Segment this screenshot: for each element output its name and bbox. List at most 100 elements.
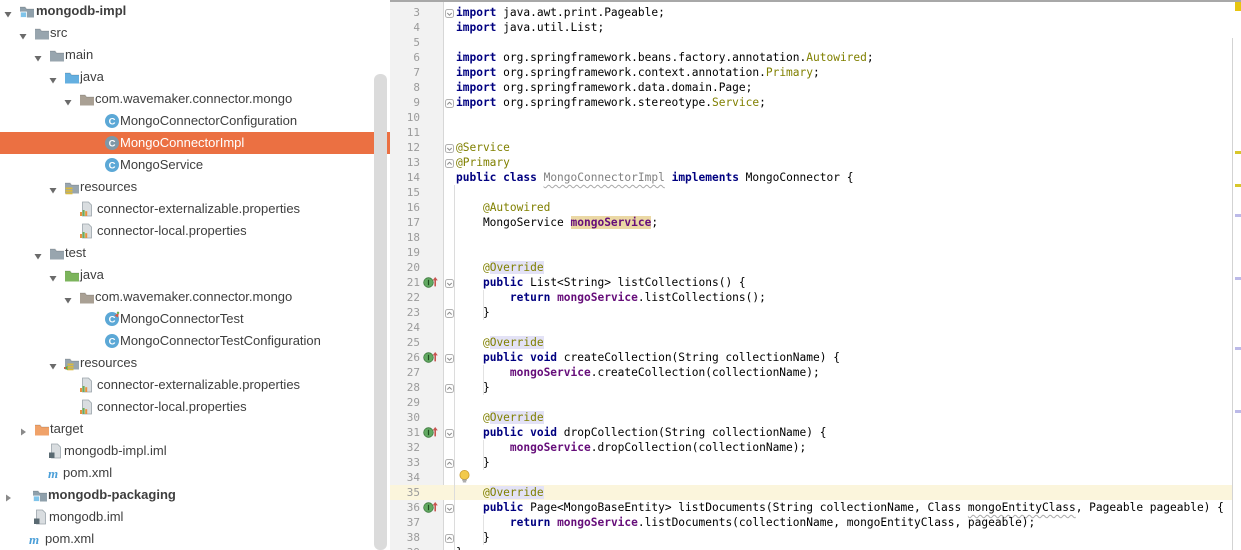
tree-item-java[interactable]: java bbox=[0, 66, 390, 88]
code-line-14[interactable]: 14public class MongoConnectorImpl implem… bbox=[390, 170, 1232, 185]
tree-item-java[interactable]: java bbox=[0, 264, 390, 286]
code-line-3[interactable]: 3import java.awt.print.Pageable; bbox=[390, 5, 1232, 20]
tree-item-pom-xml[interactable]: mpom.xml bbox=[0, 462, 390, 484]
tree-item-mongoconnectortest[interactable]: CMongoConnectorTest bbox=[0, 308, 390, 330]
stripe-usage-mark[interactable] bbox=[1235, 214, 1241, 217]
tree-item-src[interactable]: src bbox=[0, 22, 390, 44]
code-line-16[interactable]: 16 @Autowired bbox=[390, 200, 1232, 215]
code-line-25[interactable]: 25 @Override bbox=[390, 335, 1232, 350]
fold-end-marker-icon[interactable] bbox=[445, 458, 454, 467]
code-line-28[interactable]: 28 } bbox=[390, 380, 1232, 395]
tree-item-main[interactable]: main bbox=[0, 44, 390, 66]
fold-end-marker-icon[interactable] bbox=[445, 533, 454, 542]
code-line-32[interactable]: 32 mongoService.dropCollection(collectio… bbox=[390, 440, 1232, 455]
tree-item-test[interactable]: test bbox=[0, 242, 390, 264]
expand-arrow-icon[interactable] bbox=[18, 28, 28, 38]
code-editor[interactable]: 3import java.awt.print.Pageable;4import … bbox=[390, 0, 1241, 550]
code-line-6[interactable]: 6import org.springframework.beans.factor… bbox=[390, 50, 1232, 65]
intention-bulb-icon[interactable] bbox=[458, 470, 471, 484]
tree-item-connector-externalizable-properties[interactable]: connector-externalizable.properties bbox=[0, 198, 390, 220]
code-line-13[interactable]: 13@Primary bbox=[390, 155, 1232, 170]
tree-item-resources[interactable]: resources bbox=[0, 352, 390, 374]
expand-arrow-icon[interactable] bbox=[33, 50, 43, 60]
stripe-warning-mark[interactable] bbox=[1235, 184, 1241, 187]
expand-arrow-icon[interactable] bbox=[48, 182, 58, 192]
collapse-arrow-icon[interactable] bbox=[3, 490, 13, 500]
expand-arrow-icon[interactable] bbox=[3, 6, 13, 16]
tree-item-mongodb-packaging[interactable]: mongodb-packaging bbox=[0, 484, 390, 506]
code-line-21[interactable]: 21 public List<String> listCollections()… bbox=[390, 275, 1232, 290]
stripe-usage-mark[interactable] bbox=[1235, 347, 1241, 350]
code-line-23[interactable]: 23 } bbox=[390, 305, 1232, 320]
code-line-17[interactable]: 17 MongoService mongoService; bbox=[390, 215, 1232, 230]
code-line-20[interactable]: 20 @Override bbox=[390, 260, 1232, 275]
tree-item-com-wavemaker-connector-mongo[interactable]: com.wavemaker.connector.mongo bbox=[0, 88, 390, 110]
code-line-12[interactable]: 12@Service bbox=[390, 140, 1232, 155]
code-line-15[interactable]: 15 bbox=[390, 185, 1232, 200]
expand-arrow-icon[interactable] bbox=[48, 358, 58, 368]
code-line-4[interactable]: 4import java.util.List; bbox=[390, 20, 1232, 35]
code-line-18[interactable]: 18 bbox=[390, 230, 1232, 245]
expand-arrow-icon[interactable] bbox=[48, 72, 58, 82]
implements-method-gutter-icon[interactable] bbox=[423, 426, 439, 439]
fold-end-marker-icon[interactable] bbox=[445, 158, 454, 167]
code-line-37[interactable]: 37 return mongoService.listDocuments(col… bbox=[390, 515, 1232, 530]
code-line-19[interactable]: 19 bbox=[390, 245, 1232, 260]
code-line-33[interactable]: 33 } bbox=[390, 455, 1232, 470]
tree-item-target[interactable]: target bbox=[0, 418, 390, 440]
tree-item-mongoconnectortestconfiguration[interactable]: CMongoConnectorTestConfiguration bbox=[0, 330, 390, 352]
fold-start-marker-icon[interactable] bbox=[445, 428, 454, 437]
tree-item-connector-local-properties[interactable]: connector-local.properties bbox=[0, 220, 390, 242]
tree-item-mongoservice[interactable]: CMongoService bbox=[0, 154, 390, 176]
tree-scrollbar[interactable] bbox=[374, 74, 387, 550]
code-line-9[interactable]: 9import org.springframework.stereotype.S… bbox=[390, 95, 1232, 110]
code-line-11[interactable]: 11 bbox=[390, 125, 1232, 140]
code-line-31[interactable]: 31 public void dropCollection(String col… bbox=[390, 425, 1232, 440]
fold-end-marker-icon[interactable] bbox=[445, 308, 454, 317]
inspections-indicator-icon[interactable] bbox=[1235, 2, 1241, 11]
fold-start-marker-icon[interactable] bbox=[445, 143, 454, 152]
tree-item-connector-local-properties[interactable]: connector-local.properties bbox=[0, 396, 390, 418]
code-line-38[interactable]: 38 } bbox=[390, 530, 1232, 545]
tree-item-mongodb-iml[interactable]: mongodb.iml bbox=[0, 506, 390, 528]
code-line-7[interactable]: 7import org.springframework.context.anno… bbox=[390, 65, 1232, 80]
stripe-usage-mark[interactable] bbox=[1235, 277, 1241, 280]
expand-arrow-icon[interactable] bbox=[63, 94, 73, 104]
code-line-39[interactable]: 39} bbox=[390, 545, 1232, 550]
code-line-35[interactable]: 35 @Override bbox=[390, 485, 1232, 500]
code-line-10[interactable]: 10 bbox=[390, 110, 1232, 125]
code-line-30[interactable]: 30 @Override bbox=[390, 410, 1232, 425]
tree-item-mongodb-impl[interactable]: mongodb-impl bbox=[0, 0, 390, 22]
tree-item-resources[interactable]: resources bbox=[0, 176, 390, 198]
code-line-29[interactable]: 29 bbox=[390, 395, 1232, 410]
code-line-26[interactable]: 26 public void createCollection(String c… bbox=[390, 350, 1232, 365]
fold-start-marker-icon[interactable] bbox=[445, 278, 454, 287]
implements-method-gutter-icon[interactable] bbox=[423, 276, 439, 289]
implements-method-gutter-icon[interactable] bbox=[423, 351, 439, 364]
code-line-5[interactable]: 5 bbox=[390, 35, 1232, 50]
expand-arrow-icon[interactable] bbox=[48, 270, 58, 280]
fold-end-marker-icon[interactable] bbox=[445, 383, 454, 392]
stripe-warning-mark[interactable] bbox=[1235, 151, 1241, 154]
tree-item-pom-xml[interactable]: mpom.xml bbox=[0, 528, 390, 550]
code-line-36[interactable]: 36 public Page<MongoBaseEntity> listDocu… bbox=[390, 500, 1232, 515]
implements-method-gutter-icon[interactable] bbox=[423, 501, 439, 514]
expand-arrow-icon[interactable] bbox=[33, 248, 43, 258]
code-line-24[interactable]: 24 bbox=[390, 320, 1232, 335]
tree-item-mongodb-impl-iml[interactable]: mongodb-impl.iml bbox=[0, 440, 390, 462]
fold-start-marker-icon[interactable] bbox=[445, 503, 454, 512]
code-line-8[interactable]: 8import org.springframework.data.domain.… bbox=[390, 80, 1232, 95]
expand-arrow-icon[interactable] bbox=[63, 292, 73, 302]
stripe-usage-mark[interactable] bbox=[1235, 410, 1241, 413]
code-line-22[interactable]: 22 return mongoService.listCollections()… bbox=[390, 290, 1232, 305]
error-stripe[interactable] bbox=[1232, 38, 1241, 550]
tree-item-mongoconnectorconfiguration[interactable]: CMongoConnectorConfiguration bbox=[0, 110, 390, 132]
collapse-arrow-icon[interactable] bbox=[18, 424, 28, 434]
fold-start-marker-icon[interactable] bbox=[445, 8, 454, 17]
code-line-34[interactable]: 34 bbox=[390, 470, 1232, 485]
tree-item-connector-externalizable-properties[interactable]: connector-externalizable.properties bbox=[0, 374, 390, 396]
tree-item-mongoconnectorimpl[interactable]: CMongoConnectorImpl bbox=[0, 132, 390, 154]
code-line-27[interactable]: 27 mongoService.createCollection(collect… bbox=[390, 365, 1232, 380]
tree-item-com-wavemaker-connector-mongo[interactable]: com.wavemaker.connector.mongo bbox=[0, 286, 390, 308]
fold-end-marker-icon[interactable] bbox=[445, 98, 454, 107]
